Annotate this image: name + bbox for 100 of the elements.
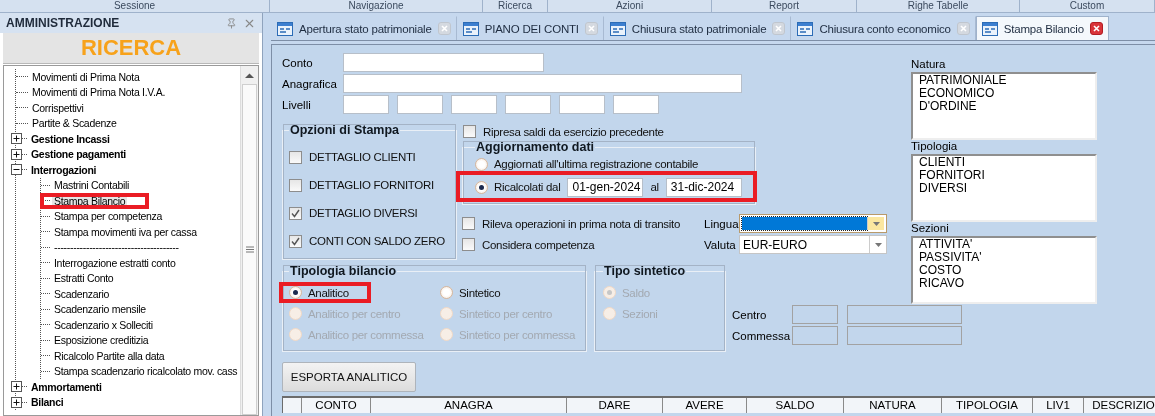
caret-icon <box>872 221 880 226</box>
tree-item[interactable]: Gestione Incassi <box>29 131 112 146</box>
expand-icon[interactable] <box>11 148 22 160</box>
tree-item[interactable]: Stampa per competenza <box>52 209 165 224</box>
checkbox[interactable] <box>289 206 302 220</box>
menu-group-title[interactable]: Ricerca <box>483 0 548 12</box>
input-field[interactable] <box>613 95 659 114</box>
collapse-icon[interactable] <box>11 164 22 176</box>
window-icon <box>609 21 626 36</box>
scrollbar[interactable] <box>240 66 258 415</box>
list-item[interactable]: DIVERSI <box>919 182 1089 195</box>
column-header[interactable]: AVERE <box>663 398 747 413</box>
list-item[interactable]: FORNITORI <box>919 169 1089 182</box>
export-button[interactable]: ESPORTA ANALITICO <box>282 362 416 392</box>
column-header[interactable]: DARE <box>567 398 663 413</box>
menu-group-title[interactable]: Navigazione <box>270 0 483 12</box>
list-box[interactable]: ATTIVITA' PASSIVITA' COSTO RICAVO <box>911 236 1097 304</box>
list-box[interactable]: PATRIMONIALE ECONOMICO D'ORDINE <box>911 72 1097 140</box>
input-field[interactable] <box>559 95 605 114</box>
tree-item[interactable]: Partite & Scadenze <box>30 116 119 131</box>
field-label: Anagrafica <box>282 77 338 90</box>
document-tab[interactable]: Chiusura conto economico <box>791 16 976 40</box>
tree-item[interactable]: Stampa scadenzario ricalcolato mov. cass <box>52 364 240 379</box>
tree-item[interactable]: Ricalcolo Partite alla data <box>52 348 167 363</box>
list-item[interactable]: COSTO <box>919 264 1089 277</box>
checkbox-label: DETTAGLIO DIVERSI <box>309 207 418 219</box>
column-header[interactable]: DESCRIZIO <box>1084 398 1155 413</box>
tree-item[interactable]: Interrogazioni <box>29 162 99 177</box>
tree-item[interactable]: Movimenti di Prima Nota <box>30 69 142 84</box>
menu-group-title[interactable]: Azioni <box>548 0 712 12</box>
input-field[interactable] <box>343 53 544 72</box>
list-item[interactable]: ATTIVITA' <box>919 238 1089 251</box>
dropdown[interactable]: EUR-EURO <box>739 235 887 254</box>
column-header[interactable]: LIV1 <box>1033 398 1084 413</box>
tree-item[interactable]: Estratti Conto <box>52 271 116 286</box>
tree-item[interactable]: Esposizione creditizia <box>52 333 151 348</box>
tree-item[interactable]: Scadenzario mensile <box>52 302 148 317</box>
tree-item[interactable]: --------------------------------------- <box>52 240 181 255</box>
checkbox[interactable] <box>289 178 302 192</box>
tree-item[interactable]: Scadenzario <box>52 286 112 301</box>
column-header[interactable]: ANAGRA <box>371 398 567 413</box>
radio-button[interactable] <box>289 286 302 299</box>
dropdown[interactable] <box>739 214 887 233</box>
tree-item[interactable]: Scadenzario x Solleciti <box>52 317 155 332</box>
column-header[interactable]: SALDO <box>747 398 844 413</box>
checkbox[interactable] <box>289 234 302 248</box>
input-field[interactable] <box>847 326 962 345</box>
tree-item[interactable]: Ammortamenti <box>29 379 104 394</box>
radio-button[interactable] <box>440 286 453 299</box>
menu-group-title[interactable]: Custom <box>1020 0 1155 12</box>
input-field[interactable] <box>451 95 497 114</box>
column-header[interactable]: NATURA <box>844 398 942 413</box>
tree-item[interactable]: Stampa movimenti iva per cassa <box>52 224 199 239</box>
input-field[interactable] <box>397 95 443 114</box>
radio-button[interactable] <box>475 157 488 171</box>
column-header[interactable]: CONTO <box>302 398 371 413</box>
checkbox[interactable] <box>462 238 475 251</box>
input-field[interactable] <box>505 95 551 114</box>
checkbox[interactable] <box>289 150 302 164</box>
list-item[interactable]: ECONOMICO <box>919 87 1089 100</box>
tree-item[interactable]: Mastrini Contabili <box>52 178 132 193</box>
list-item[interactable]: PASSIVITA' <box>919 251 1089 264</box>
tree-item[interactable]: Movimenti di Prima Nota I.V.A. <box>30 85 167 100</box>
checkbox[interactable] <box>462 217 475 230</box>
list-box[interactable]: CLIENTI FORNITORI DIVERSI <box>911 154 1097 222</box>
arrow-up-icon[interactable] <box>244 72 255 80</box>
input-field[interactable] <box>343 74 742 93</box>
radio-button[interactable] <box>475 180 488 194</box>
date-field[interactable]: 31-dic-2024 <box>665 177 742 197</box>
list-item[interactable]: D'ORDINE <box>919 100 1089 113</box>
document-tab[interactable]: PIANO DEI CONTI <box>456 16 604 40</box>
tree-item[interactable]: Bilanci <box>29 395 66 410</box>
column-header[interactable]: TIPOLOGIA <box>942 398 1033 413</box>
document-tab[interactable]: Stampa Bilancio <box>975 16 1109 40</box>
scroll-thumb[interactable] <box>242 84 257 415</box>
expand-icon[interactable] <box>11 381 22 393</box>
tree-item[interactable]: Corrispettivi <box>30 100 86 115</box>
pin-icon[interactable] <box>226 17 237 29</box>
menu-group-title[interactable]: Report <box>712 0 857 12</box>
expand-icon[interactable] <box>11 133 22 145</box>
radio-label: Sintetico <box>459 286 501 299</box>
menu-group-title[interactable]: Righe Tabelle <box>857 0 1020 12</box>
menu-group-title[interactable]: Sessione <box>0 0 270 12</box>
date-field[interactable]: 01-gen-2024 <box>567 177 644 197</box>
close-icon[interactable] <box>1089 22 1103 35</box>
document-tab[interactable]: Chiusura stato patrimoniale <box>603 16 792 40</box>
checkbox[interactable] <box>463 125 476 138</box>
expand-icon[interactable] <box>11 396 22 408</box>
list-item[interactable]: CLIENTI <box>919 156 1089 169</box>
list-item[interactable]: RICAVO <box>919 277 1089 290</box>
input-field[interactable] <box>343 95 389 114</box>
tree-item[interactable]: Gestione pagamenti <box>29 147 128 162</box>
input-field[interactable] <box>792 326 838 345</box>
list-item[interactable]: PATRIMONIALE <box>919 74 1089 87</box>
tree-item[interactable]: Interrogazione estratti conto <box>52 255 178 270</box>
input-field[interactable] <box>792 305 838 324</box>
window-icon <box>462 21 479 36</box>
input-field[interactable] <box>847 305 962 324</box>
document-tab[interactable]: Apertura stato patrimoniale <box>271 16 457 40</box>
window-icon <box>797 21 814 36</box>
